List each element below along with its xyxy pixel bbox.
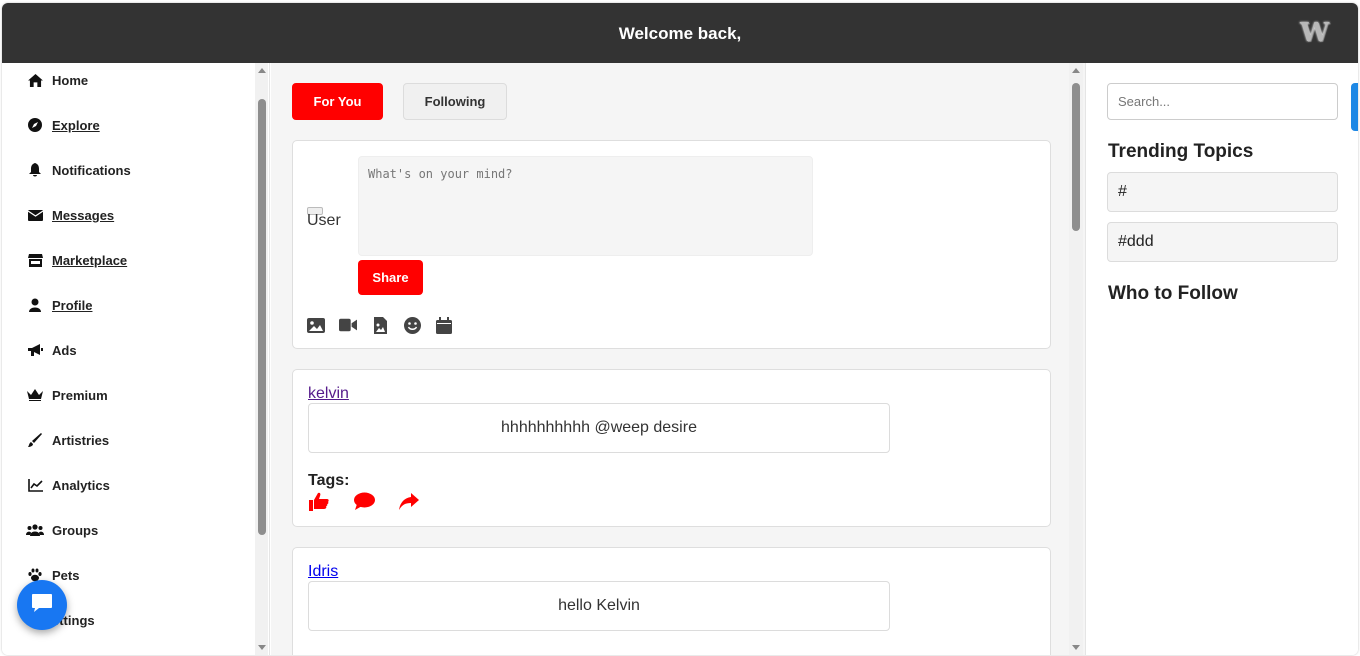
sidebar-item-label: Home [52, 72, 89, 88]
share-icon[interactable] [398, 490, 420, 512]
sidebar-item-premium[interactable]: Premium [26, 385, 108, 405]
megaphone-icon [26, 342, 44, 358]
sidebar-item-label: Analytics [52, 477, 110, 493]
sidebar-item-marketplace[interactable]: Marketplace [26, 250, 127, 270]
avatar: User [307, 207, 341, 229]
sidebar-item-artistries[interactable]: Artistries [26, 430, 109, 450]
store-icon [26, 252, 44, 268]
sidebar-item-label: Messages [52, 207, 115, 223]
top-bar: Welcome back, W [2, 3, 1358, 63]
trending-topic[interactable]: #ddd [1107, 222, 1338, 262]
media-toolbar [307, 316, 467, 334]
side-panel-tab[interactable] [1351, 83, 1358, 131]
sidebar-item-notifications[interactable]: Notifications [26, 160, 131, 180]
compass-icon [26, 117, 44, 133]
who-to-follow-title: Who to Follow [1108, 283, 1238, 304]
bell-icon [26, 162, 44, 178]
sidebar-item-label: Groups [52, 522, 99, 538]
like-icon[interactable] [308, 490, 330, 512]
post-content: hello Kelvin [308, 581, 890, 631]
sidebar-item-label: Notifications [52, 162, 131, 178]
post-composer: User What's on your mind? Share [292, 140, 1051, 349]
sidebar-item-label: Ads [52, 342, 77, 358]
sidebar-scrollbar[interactable] [255, 63, 268, 655]
chat-button[interactable] [17, 580, 67, 630]
post-author-link[interactable]: kelvin [308, 385, 349, 403]
avatar-alt-text: User [307, 212, 341, 229]
post-card: kelvin hhhhhhhhhh @weep desire Tags: [292, 369, 1051, 527]
scroll-up-icon[interactable] [258, 68, 266, 73]
trending-topics-title: Trending Topics [1108, 141, 1254, 162]
post-tags-label: Tags: [308, 472, 350, 489]
post-card: Idris hello Kelvin [292, 547, 1051, 655]
welcome-title: Welcome back, [618, 24, 742, 43]
users-icon [26, 522, 44, 538]
tab-following[interactable]: Following [403, 83, 507, 120]
sidebar-item-label: Pets [52, 567, 80, 583]
share-button[interactable]: Share [358, 260, 423, 295]
app-window: Welcome back, W Home Explore Notificatio… [2, 3, 1358, 655]
image-icon[interactable] [307, 316, 325, 334]
sidebar-item-label: Marketplace [52, 252, 128, 268]
sidebar-item-label: Profile [52, 297, 93, 313]
sidebar-item-messages[interactable]: Messages [26, 205, 114, 225]
sidebar-item-ads[interactable]: Ads [26, 340, 77, 360]
post-content: hhhhhhhhhh @weep desire [308, 403, 890, 453]
post-author-link[interactable]: Idris [308, 563, 338, 581]
sidebar-item-groups[interactable]: Groups [26, 520, 98, 540]
app-logo[interactable]: W [1300, 18, 1332, 48]
sidebar-item-home[interactable]: Home [26, 70, 88, 90]
chat-icon [31, 592, 53, 619]
sidebar-item-label: Artistries [52, 432, 110, 448]
scroll-down-icon[interactable] [1072, 645, 1080, 650]
sidebar-scroll-thumb[interactable] [258, 99, 266, 535]
feed-scroll-thumb[interactable] [1072, 83, 1080, 231]
home-icon [26, 72, 44, 88]
comment-icon[interactable] [353, 490, 375, 512]
compose-textarea[interactable]: What's on your mind? [358, 156, 813, 256]
feed-scrollbar[interactable] [1069, 63, 1083, 655]
sidebar-item-profile[interactable]: Profile [26, 295, 92, 315]
right-sidebar: Search... Trending Topics # #ddd Who to … [1085, 63, 1358, 655]
scroll-up-icon[interactable] [1072, 68, 1080, 73]
video-icon[interactable] [339, 316, 357, 334]
search-input[interactable]: Search... [1107, 83, 1338, 120]
crown-icon [26, 387, 44, 403]
tab-for-you[interactable]: For You [292, 83, 383, 120]
chart-line-icon [26, 477, 44, 493]
sidebar: Home Explore Notifications Messages Mark… [2, 63, 270, 655]
envelope-icon [26, 207, 44, 223]
scroll-down-icon[interactable] [258, 645, 266, 650]
calendar-icon[interactable] [435, 316, 453, 334]
sidebar-item-explore[interactable]: Explore [26, 115, 100, 135]
smile-icon[interactable] [403, 316, 421, 334]
file-image-icon[interactable] [371, 316, 389, 334]
sidebar-item-label: Premium [52, 387, 108, 403]
trending-topic[interactable]: # [1107, 172, 1338, 212]
sidebar-item-analytics[interactable]: Analytics [26, 475, 110, 495]
user-icon [26, 297, 44, 313]
post-actions [308, 490, 443, 512]
brush-icon [26, 432, 44, 448]
sidebar-item-label: Explore [52, 117, 100, 133]
main-feed: For You Following User What's on your mi… [271, 63, 1085, 655]
